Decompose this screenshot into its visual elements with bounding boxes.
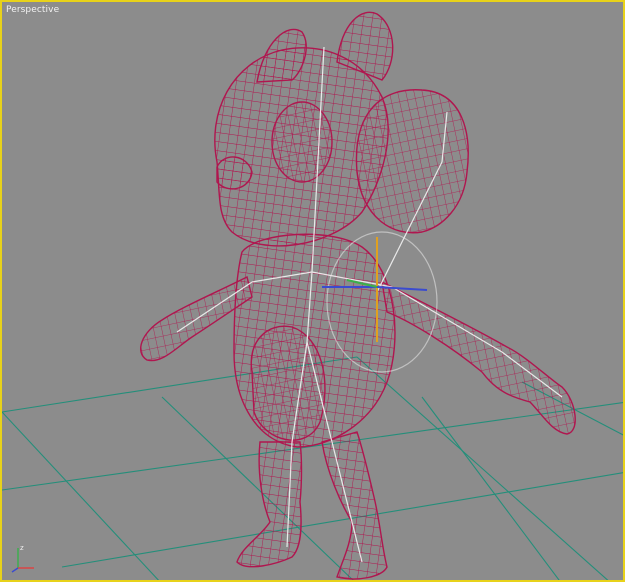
axis-tripod-icon: z (11, 544, 34, 573)
perspective-viewport[interactable]: Perspective z (0, 0, 625, 582)
viewport-scene (2, 11, 623, 580)
character-mesh (140, 11, 576, 580)
svg-text:z: z (20, 544, 24, 552)
